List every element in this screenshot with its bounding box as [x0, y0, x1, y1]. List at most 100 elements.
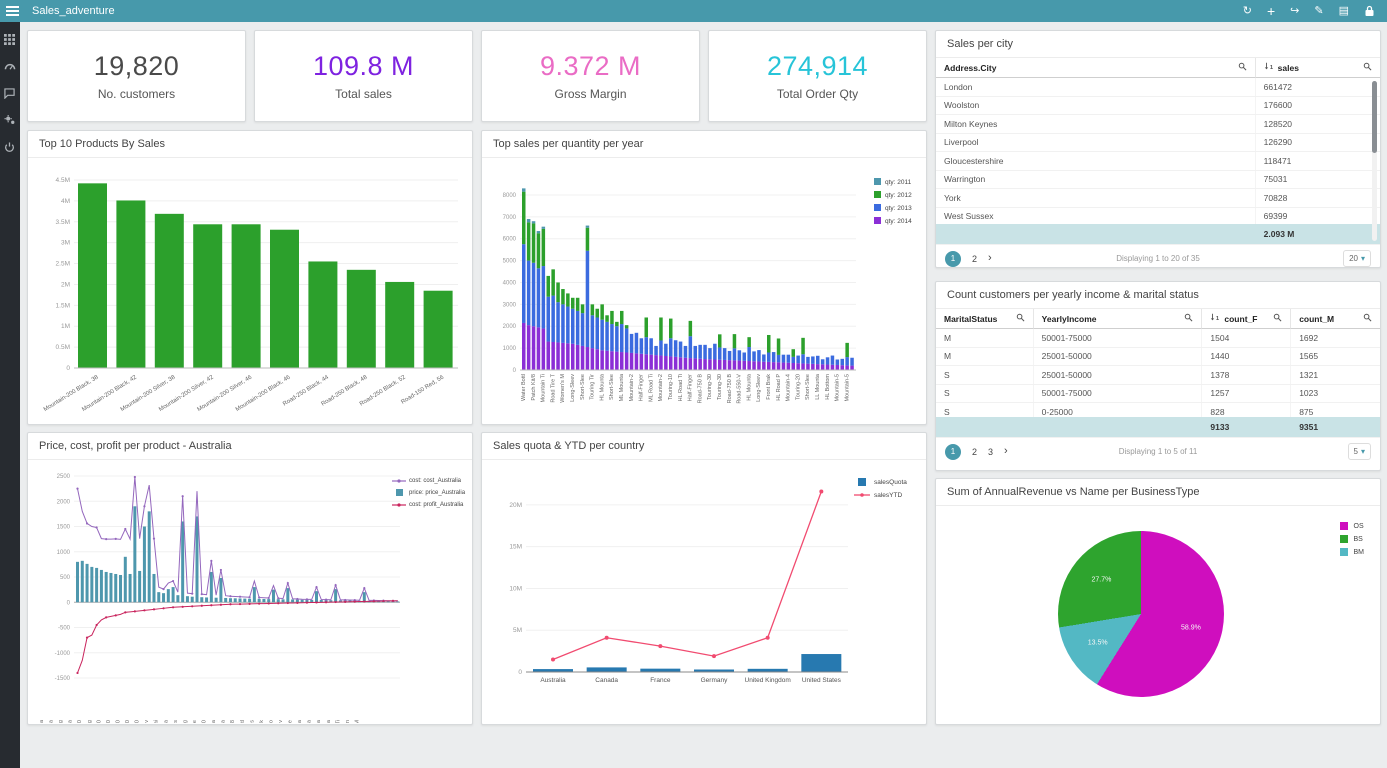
stacked-bar-segment[interactable] [841, 359, 845, 365]
stacked-bar-segment[interactable] [566, 293, 570, 306]
price-bar[interactable] [81, 561, 84, 602]
table-row[interactable]: Milton Keynes128520 [936, 115, 1380, 134]
stacked-bar-segment[interactable] [811, 356, 815, 363]
stacked-bar-segment[interactable] [836, 365, 840, 370]
table-row[interactable]: S0-25000828875 [936, 403, 1380, 417]
stacked-bar-segment[interactable] [708, 359, 712, 370]
stacked-bar-segment[interactable] [782, 363, 786, 370]
price-bar[interactable] [253, 587, 256, 602]
price-bar[interactable] [215, 598, 218, 603]
menu-icon[interactable] [0, 0, 24, 22]
stacked-bar-segment[interactable] [654, 346, 658, 355]
stacked-bar-segment[interactable] [664, 356, 668, 370]
price-bar[interactable] [234, 598, 237, 602]
price-bar[interactable] [396, 601, 399, 602]
stacked-bar-segment[interactable] [826, 357, 830, 364]
stacked-bar-segment[interactable] [649, 355, 653, 370]
stacked-bar-segment[interactable] [610, 351, 614, 370]
table-row[interactable]: M25001-5000014401565 [936, 348, 1380, 367]
stacked-bar-segment[interactable] [792, 357, 796, 363]
comments-icon[interactable] [4, 88, 16, 100]
bar[interactable] [308, 261, 337, 368]
pie[interactable] [1058, 531, 1224, 697]
next-page-icon[interactable]: › [988, 253, 992, 264]
stacked-bar-segment[interactable] [591, 304, 595, 315]
price-bar[interactable] [267, 599, 270, 602]
price-bar[interactable] [124, 557, 127, 602]
next-page-icon[interactable]: › [1004, 446, 1008, 457]
stacked-bar-segment[interactable] [684, 358, 688, 370]
price-bar[interactable] [272, 590, 275, 603]
stacked-bar-segment[interactable] [537, 231, 541, 233]
legend-swatch[interactable] [858, 478, 866, 486]
stacked-bar-segment[interactable] [537, 233, 541, 268]
stacked-bar-segment[interactable] [762, 362, 766, 370]
stacked-bar-segment[interactable] [630, 353, 634, 370]
stacked-bar-segment[interactable] [615, 322, 619, 326]
stacked-bar-segment[interactable] [767, 352, 771, 361]
price-bar[interactable] [286, 588, 289, 602]
stacked-bar-segment[interactable] [625, 328, 629, 352]
legend-item[interactable]: BS [1340, 535, 1365, 543]
legend-swatch[interactable] [874, 178, 881, 185]
stacked-bar-segment[interactable] [738, 361, 742, 370]
stacked-bar-segment[interactable] [743, 352, 747, 360]
stacked-bar-segment[interactable] [596, 349, 600, 370]
stacked-bar-segment[interactable] [610, 311, 614, 324]
stacked-bar-segment[interactable] [581, 304, 585, 313]
price-bar[interactable] [162, 593, 165, 602]
stacked-bar-segment[interactable] [845, 357, 849, 365]
stacked-bar-segment[interactable] [806, 357, 810, 364]
stacked-bar-segment[interactable] [659, 356, 663, 370]
stacked-bar-segment[interactable] [561, 343, 565, 370]
stacked-bar-segment[interactable] [811, 364, 815, 370]
stacked-bar-segment[interactable] [689, 321, 693, 336]
stacked-bar-segment[interactable] [772, 362, 776, 370]
stacked-bar-segment[interactable] [757, 361, 761, 370]
stacked-bar-segment[interactable] [747, 361, 751, 370]
stacked-bar-segment[interactable] [532, 263, 536, 326]
table-row[interactable]: S50001-7500012571023 [936, 385, 1380, 404]
stacked-bar-segment[interactable] [571, 298, 575, 309]
table-scrollbar[interactable] [1372, 81, 1377, 241]
stacked-bar-segment[interactable] [733, 348, 737, 360]
stacked-bar-segment[interactable] [527, 261, 531, 326]
price-bar[interactable] [109, 573, 112, 602]
stacked-bar-segment[interactable] [522, 244, 526, 323]
price-bar[interactable] [210, 572, 213, 602]
stacked-bar-segment[interactable] [679, 357, 683, 370]
stacked-bar-segment[interactable] [615, 326, 619, 351]
quota-bar[interactable] [801, 654, 841, 672]
column-header[interactable]: 1sales [1256, 58, 1380, 78]
apps-icon[interactable] [4, 34, 16, 46]
stacked-bar-segment[interactable] [527, 222, 531, 260]
table-row[interactable]: S25001-5000013781321 [936, 366, 1380, 385]
price-bar[interactable] [200, 597, 203, 602]
stacked-bar-segment[interactable] [777, 362, 781, 370]
price-bar[interactable] [282, 599, 285, 602]
stacked-bar-segment[interactable] [556, 302, 560, 342]
stacked-bar-segment[interactable] [532, 221, 536, 223]
column-header[interactable]: YearlyIncome [1034, 309, 1203, 329]
page-size-select[interactable]: 20▾ [1343, 250, 1371, 267]
stacked-bar-segment[interactable] [669, 356, 673, 370]
stacked-bar-segment[interactable] [630, 334, 634, 353]
page-button[interactable]: 3 [988, 447, 993, 457]
table-row[interactable]: M50001-7500015041692 [936, 329, 1380, 348]
stacked-bar-segment[interactable] [728, 351, 732, 360]
price-bar[interactable] [277, 599, 280, 602]
stacked-bar-segment[interactable] [723, 348, 727, 360]
price-bar[interactable] [239, 598, 242, 602]
stacked-bar-segment[interactable] [556, 282, 560, 302]
price-bar[interactable] [258, 599, 261, 602]
stacked-bar-segment[interactable] [605, 315, 609, 322]
price-bar[interactable] [262, 599, 265, 602]
stacked-bar-segment[interactable] [777, 338, 781, 354]
bar[interactable] [232, 224, 261, 368]
stacked-bar-segment[interactable] [733, 334, 737, 348]
stacked-bar-segment[interactable] [586, 226, 590, 228]
stacked-bar-segment[interactable] [664, 344, 668, 356]
table-row[interactable]: Liverpool126290 [936, 134, 1380, 153]
stacked-bar-segment[interactable] [792, 349, 796, 357]
stacked-bar-segment[interactable] [669, 319, 673, 339]
